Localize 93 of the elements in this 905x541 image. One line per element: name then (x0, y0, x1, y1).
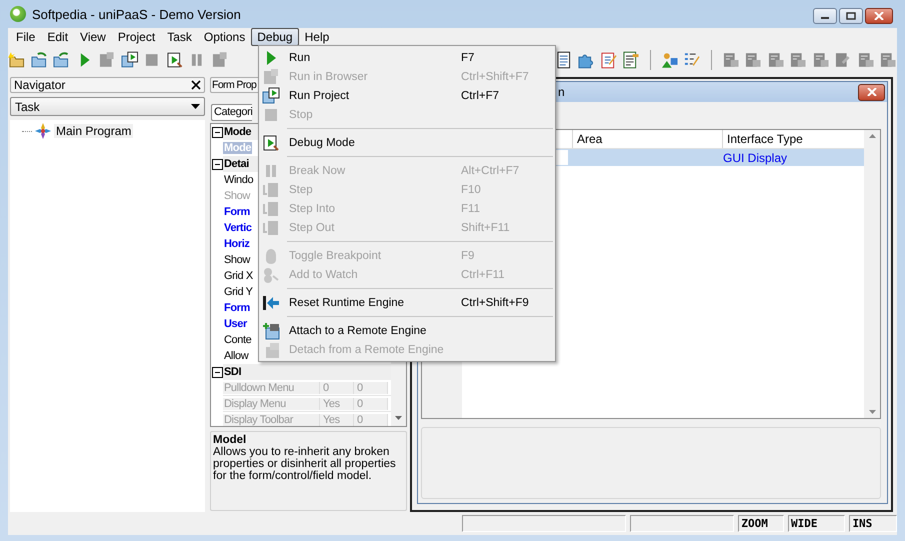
column-header[interactable]: Area (572, 130, 722, 148)
maximize-button[interactable] (839, 8, 863, 24)
form-icon[interactable] (744, 50, 762, 68)
watch-icon (262, 266, 280, 284)
caret-icon (191, 104, 200, 109)
panel-title: Navigator (14, 78, 66, 92)
step-icon (262, 180, 280, 198)
program-icon (35, 123, 51, 139)
property-name[interactable]: Windo (223, 174, 254, 186)
close-icon[interactable] (191, 80, 201, 90)
close-button[interactable] (865, 8, 893, 24)
list-document-icon[interactable] (622, 50, 640, 68)
menu-item[interactable]: Debug Mode (259, 133, 555, 152)
task-dropdown[interactable]: Task (10, 97, 205, 116)
menu[interactable]: Task (161, 28, 198, 46)
tree-item[interactable]: Main Program (54, 124, 134, 138)
step-icon (262, 218, 280, 236)
property-value: Yes (320, 414, 354, 426)
open-folder-icon[interactable] (30, 50, 48, 68)
table-row[interactable]: GUI Display (556, 149, 864, 166)
form-icon[interactable] (722, 50, 740, 68)
menu-item[interactable]: Reset Runtime Engine Ctrl+Shift+F9 (259, 293, 555, 312)
minimize-button[interactable] (813, 8, 837, 24)
menu[interactable]: Project (112, 28, 162, 46)
property-value: 0 (354, 414, 388, 426)
edit-icon[interactable] (834, 50, 852, 68)
close-icon (874, 12, 884, 20)
property-name[interactable]: Form (223, 206, 251, 218)
menu-item[interactable]: Run Project Ctrl+F7 (259, 86, 555, 105)
form-icon[interactable] (879, 50, 897, 68)
step-icon (262, 200, 280, 218)
property-value: 0 (354, 382, 388, 394)
list-edit-icon[interactable] (683, 50, 701, 68)
child-window-title: n (558, 85, 565, 99)
close-button[interactable] (858, 84, 885, 100)
description-text: Allows you to re-inherit any broken properties or disinherit all properties for the form/control/field model. (213, 446, 396, 482)
edit-document-icon[interactable] (600, 50, 618, 68)
maximize-icon (846, 12, 856, 20)
new-folder-icon[interactable] (8, 50, 26, 68)
status-indicator: WIDE (788, 515, 846, 532)
description-title: Model (213, 434, 248, 446)
menu[interactable]: Edit (41, 28, 74, 46)
network-icon (262, 322, 280, 340)
status-indicator: ZOOM (738, 515, 784, 532)
property-name[interactable]: Grid X (223, 270, 254, 282)
shapes-icon[interactable] (660, 50, 678, 68)
scroll-down-icon[interactable] (868, 410, 876, 414)
reset-icon (262, 294, 280, 312)
table-cell[interactable] (556, 150, 568, 165)
property-name[interactable]: Allow (223, 350, 250, 362)
form-icon[interactable] (856, 50, 874, 68)
menu[interactable]: Help (298, 28, 336, 46)
tab[interactable]: Categori (211, 104, 252, 121)
form-icon[interactable] (812, 50, 830, 68)
close-icon (866, 88, 876, 96)
form-icon[interactable] (766, 50, 784, 68)
section-header: Mode (223, 126, 252, 138)
property-value: Yes (320, 398, 354, 410)
panel-title: Form Prop (212, 79, 256, 91)
collapse-icon[interactable] (212, 158, 222, 170)
menu[interactable]: Options (198, 28, 252, 46)
property-value: 0 (320, 382, 354, 394)
play-window-icon (262, 86, 280, 104)
table-cell: GUI Display (723, 150, 788, 164)
app-logo-icon (10, 6, 26, 22)
property-name[interactable]: Conte (223, 334, 252, 346)
section-header: SDI (223, 366, 242, 378)
menu-item[interactable]: Run F7 (259, 48, 555, 67)
debug-icon[interactable] (166, 50, 183, 68)
property-value: 0 (354, 398, 388, 410)
document-icon (262, 68, 280, 86)
status-indicator: INS (849, 515, 897, 532)
property-name[interactable]: Vertic (223, 222, 253, 234)
folder-arrow-icon[interactable] (53, 50, 70, 68)
debug-icon (262, 134, 280, 152)
menu[interactable]: Debug (251, 28, 299, 46)
collapse-icon[interactable] (212, 126, 222, 138)
property-name[interactable]: Grid Y (223, 286, 254, 298)
scroll-up-icon[interactable] (868, 134, 876, 138)
scroll-down-icon[interactable] (395, 416, 402, 420)
property-name[interactable]: Show (223, 254, 251, 266)
property-name[interactable]: User (223, 318, 248, 330)
property-name[interactable]: Horiz (223, 238, 251, 250)
window-title: Softpedia - uniPaaS - Demo Version (32, 6, 241, 22)
section-header: Detai (223, 158, 250, 170)
menu[interactable]: File (10, 28, 42, 46)
document-icon[interactable] (554, 50, 572, 68)
menu-item[interactable]: Attach to a Remote Engine (259, 321, 555, 340)
collapse-icon[interactable] (212, 366, 222, 378)
form-icon[interactable] (789, 50, 807, 68)
menu[interactable]: View (74, 28, 112, 46)
play-window-icon[interactable] (120, 50, 138, 68)
property-name[interactable]: Form (223, 302, 251, 314)
